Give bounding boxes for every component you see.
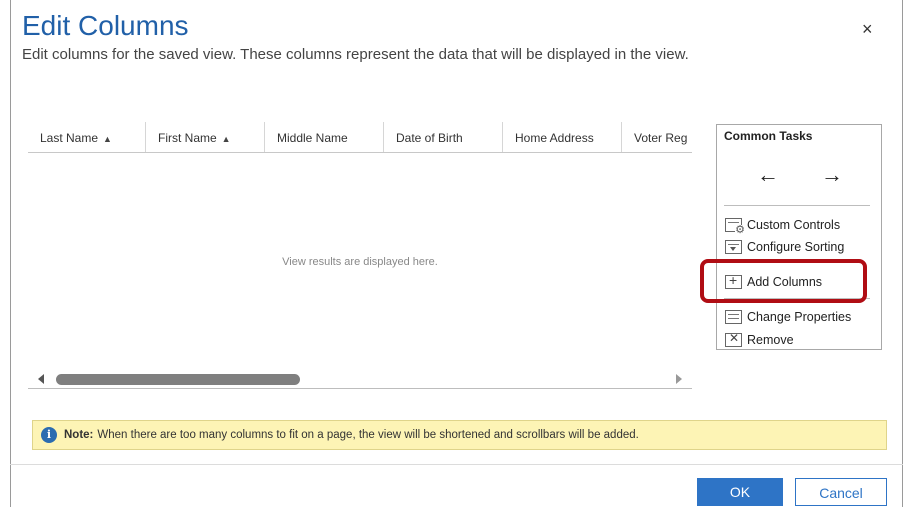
scroll-right-icon[interactable] (676, 374, 682, 384)
column-label: Date of Birth (396, 131, 463, 145)
remove-icon: ✕ (725, 331, 742, 347)
footer-divider (10, 464, 903, 465)
sort-ascending-icon: ▲ (221, 134, 231, 144)
common-tasks-title: Common Tasks (724, 129, 813, 143)
cancel-button[interactable]: Cancel (795, 478, 887, 506)
empty-results-message: View results are displayed here. (282, 256, 438, 268)
task-label: Remove (747, 333, 794, 347)
task-label: Configure Sorting (747, 240, 845, 254)
close-icon[interactable]: × (862, 19, 873, 40)
column-header-middle-name[interactable]: Middle Name (265, 122, 384, 152)
column-label: First Name (158, 131, 217, 145)
ok-button[interactable]: OK (697, 478, 783, 506)
note-text: When there are too many columns to fit o… (97, 429, 639, 441)
task-label: Change Properties (747, 310, 852, 324)
note-banner: i Note: When there are too many columns … (32, 420, 887, 450)
column-header-last-name[interactable]: Last Name ▲ (28, 122, 146, 152)
remove-task[interactable]: ✕ Remove (725, 330, 794, 350)
scroll-thumb[interactable] (56, 374, 300, 385)
custom-controls-task[interactable]: ⚙ Custom Controls (725, 215, 841, 236)
configure-sorting-task[interactable]: Configure Sorting (725, 237, 844, 257)
note-label: Note: (64, 429, 94, 441)
add-columns-highlight (700, 259, 867, 303)
change-properties-icon (725, 310, 742, 324)
horizontal-scrollbar[interactable] (28, 372, 692, 389)
tasks-divider (724, 205, 870, 206)
scroll-left-icon[interactable] (38, 374, 44, 384)
dialog-title: Edit Columns (22, 10, 189, 41)
column-label: Last Name (40, 131, 99, 145)
change-properties-task[interactable]: Change Properties (725, 307, 851, 327)
configure-sorting-icon (725, 240, 742, 254)
move-left-arrow-icon[interactable]: ← (757, 163, 779, 187)
column-label: Middle Name (277, 131, 348, 145)
column-label: Voter Reg (634, 131, 688, 145)
sort-ascending-icon: ▲ (103, 134, 112, 144)
column-header-home-address[interactable]: Home Address (503, 122, 622, 152)
custom-controls-icon: ⚙ (725, 218, 745, 236)
move-right-arrow-icon[interactable]: → (821, 163, 843, 187)
columns-grid: Last Name ▲ First Name ▲ Middle Name Date … (28, 122, 692, 392)
grid-header: Last Name ▲ First Name ▲ Middle Name Date … (28, 122, 692, 153)
info-icon: i (41, 427, 57, 443)
task-label: Custom Controls (747, 218, 841, 232)
column-header-date-of-birth[interactable]: Date of Birth (384, 122, 503, 152)
column-label: Home Address (515, 131, 594, 145)
dialog-subtitle: Edit columns for the saved view. These c… (22, 46, 689, 63)
column-header-voter-reg[interactable]: Voter Reg (622, 122, 692, 152)
column-header-first-name[interactable]: First Name ▲ (146, 122, 265, 152)
common-tasks-panel: Common Tasks ← → ⚙ Custom Controls Confi… (716, 124, 882, 350)
